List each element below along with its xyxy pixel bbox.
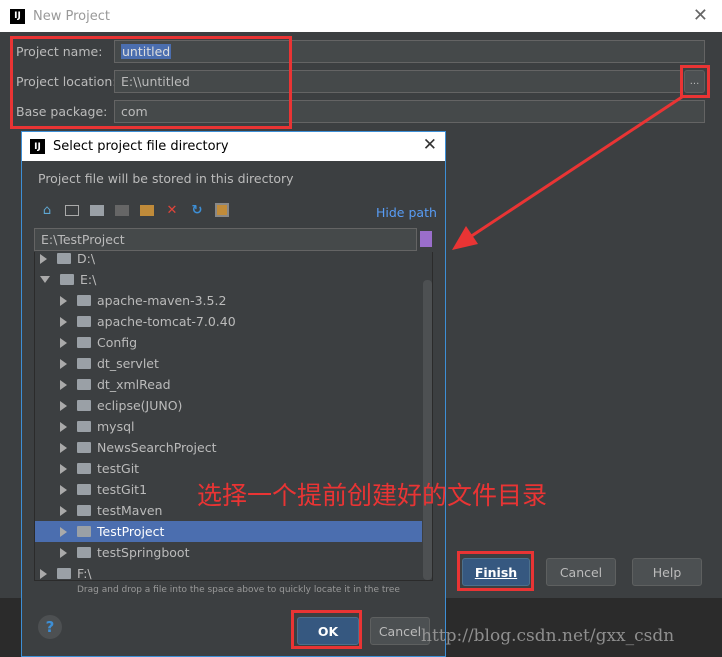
dialog-title-bar: IJ Select project file directory ✕	[22, 132, 445, 161]
tree-item-label: TestProject	[97, 524, 165, 539]
tree-item-label: D:\	[77, 252, 96, 266]
tree-item[interactable]: NewsSearchProject	[35, 437, 422, 458]
folder-icon	[77, 463, 91, 474]
tree-item-label: NewsSearchProject	[97, 440, 217, 455]
tree-item-label: eclipse(JUNO)	[97, 398, 183, 413]
toolbar: ⌂ ✕ ↻	[40, 203, 240, 218]
chevron-right-icon[interactable]	[40, 568, 47, 579]
select-directory-dialog: IJ Select project file directory ✕ Proje…	[21, 131, 446, 657]
folder-icon	[77, 316, 91, 327]
watermark: http://blog.csdn.net/gxx_csdn	[421, 626, 675, 646]
delete-icon[interactable]: ✕	[165, 203, 179, 218]
help-icon[interactable]: ?	[38, 615, 62, 639]
chevron-right-icon[interactable]	[60, 295, 67, 306]
chevron-right-icon[interactable]	[60, 463, 67, 474]
tree-item-label: Config	[97, 335, 138, 350]
project-folder-icon[interactable]	[90, 204, 104, 216]
tree-item-label: testSpringboot	[97, 545, 190, 560]
folder-icon	[77, 295, 91, 306]
folder-icon	[77, 358, 91, 369]
folder-icon	[77, 337, 91, 348]
folder-icon	[77, 400, 91, 411]
drag-drop-hint: Drag and drop a file into the space abov…	[77, 585, 400, 595]
directory-tree[interactable]: D:\ E:\ apache-maven-3.5.2 apache-tomcat-7.…	[34, 252, 433, 581]
desktop-icon[interactable]	[65, 204, 79, 216]
chevron-right-icon[interactable]	[60, 484, 67, 495]
chevron-right-icon[interactable]	[60, 526, 67, 537]
tree-item-label: apache-tomcat-7.0.40	[97, 314, 236, 329]
highlight-ok	[291, 610, 362, 649]
chevron-right-icon[interactable]	[40, 253, 47, 264]
refresh-icon[interactable]: ↻	[190, 203, 204, 218]
tree-item[interactable]: dt_servlet	[35, 353, 422, 374]
tree-scrollbar[interactable]	[423, 280, 432, 580]
home-icon[interactable]: ⌂	[40, 203, 54, 218]
tree-item[interactable]: dt_xmlRead	[35, 374, 422, 395]
tree-item[interactable]: apache-maven-3.5.2	[35, 290, 422, 311]
tree-item-label: dt_servlet	[97, 356, 159, 371]
tree-item-label: testGit1	[97, 482, 148, 497]
chevron-right-icon[interactable]	[60, 547, 67, 558]
path-history-icon[interactable]	[420, 231, 432, 247]
module-folder-icon[interactable]	[115, 204, 129, 216]
folder-icon	[77, 505, 91, 516]
tree-item-label: apache-maven-3.5.2	[97, 293, 227, 308]
tree-item-label: F:\	[77, 566, 92, 581]
drive-icon	[57, 568, 71, 579]
drive-icon	[57, 253, 71, 264]
tree-item-label: mysql	[97, 419, 135, 434]
drive-icon	[60, 274, 74, 285]
path-input[interactable]: E:\TestProject	[34, 228, 417, 251]
chevron-right-icon[interactable]	[60, 316, 67, 327]
chevron-right-icon[interactable]	[60, 337, 67, 348]
dialog-subtitle: Project file will be stored in this dire…	[38, 171, 294, 186]
tree-item-label: E:\	[80, 272, 97, 287]
tree-item[interactable]: testSpringboot	[35, 542, 422, 563]
chevron-right-icon[interactable]	[60, 379, 67, 390]
chevron-right-icon[interactable]	[60, 358, 67, 369]
hide-path-link[interactable]: Hide path	[376, 205, 437, 220]
chevron-right-icon[interactable]	[60, 400, 67, 411]
tree-item[interactable]: apache-tomcat-7.0.40	[35, 311, 422, 332]
tree-item-label: dt_xmlRead	[97, 377, 171, 392]
folder-icon	[77, 421, 91, 432]
tree-item[interactable]: E:\	[35, 269, 422, 290]
chevron-right-icon[interactable]	[60, 442, 67, 453]
tree-item[interactable]: D:\	[35, 252, 422, 269]
chevron-right-icon[interactable]	[60, 505, 67, 516]
new-folder-icon[interactable]	[140, 204, 154, 216]
dialog-title: Select project file directory	[53, 139, 229, 154]
folder-icon	[77, 379, 91, 390]
folder-icon	[77, 442, 91, 453]
chevron-right-icon[interactable]	[60, 421, 67, 432]
close-icon[interactable]: ✕	[423, 135, 437, 155]
show-hidden-icon[interactable]	[215, 203, 229, 217]
annotation-text: 选择一个提前创建好的文件目录	[197, 481, 548, 510]
tree-item[interactable]: F:\	[35, 563, 422, 581]
chevron-down-icon[interactable]	[40, 276, 50, 283]
tree-item[interactable]: eclipse(JUNO)	[35, 395, 422, 416]
tree-item[interactable]: mysql	[35, 416, 422, 437]
tree-item-label: testGit	[97, 461, 140, 476]
tree-item-label: testMaven	[97, 503, 163, 518]
folder-icon	[77, 484, 91, 495]
folder-icon	[77, 547, 91, 558]
intellij-logo-icon: IJ	[30, 139, 45, 154]
tree-item[interactable]: Config	[35, 332, 422, 353]
tree-item[interactable]: TestProject	[35, 521, 422, 542]
folder-icon	[77, 526, 91, 537]
